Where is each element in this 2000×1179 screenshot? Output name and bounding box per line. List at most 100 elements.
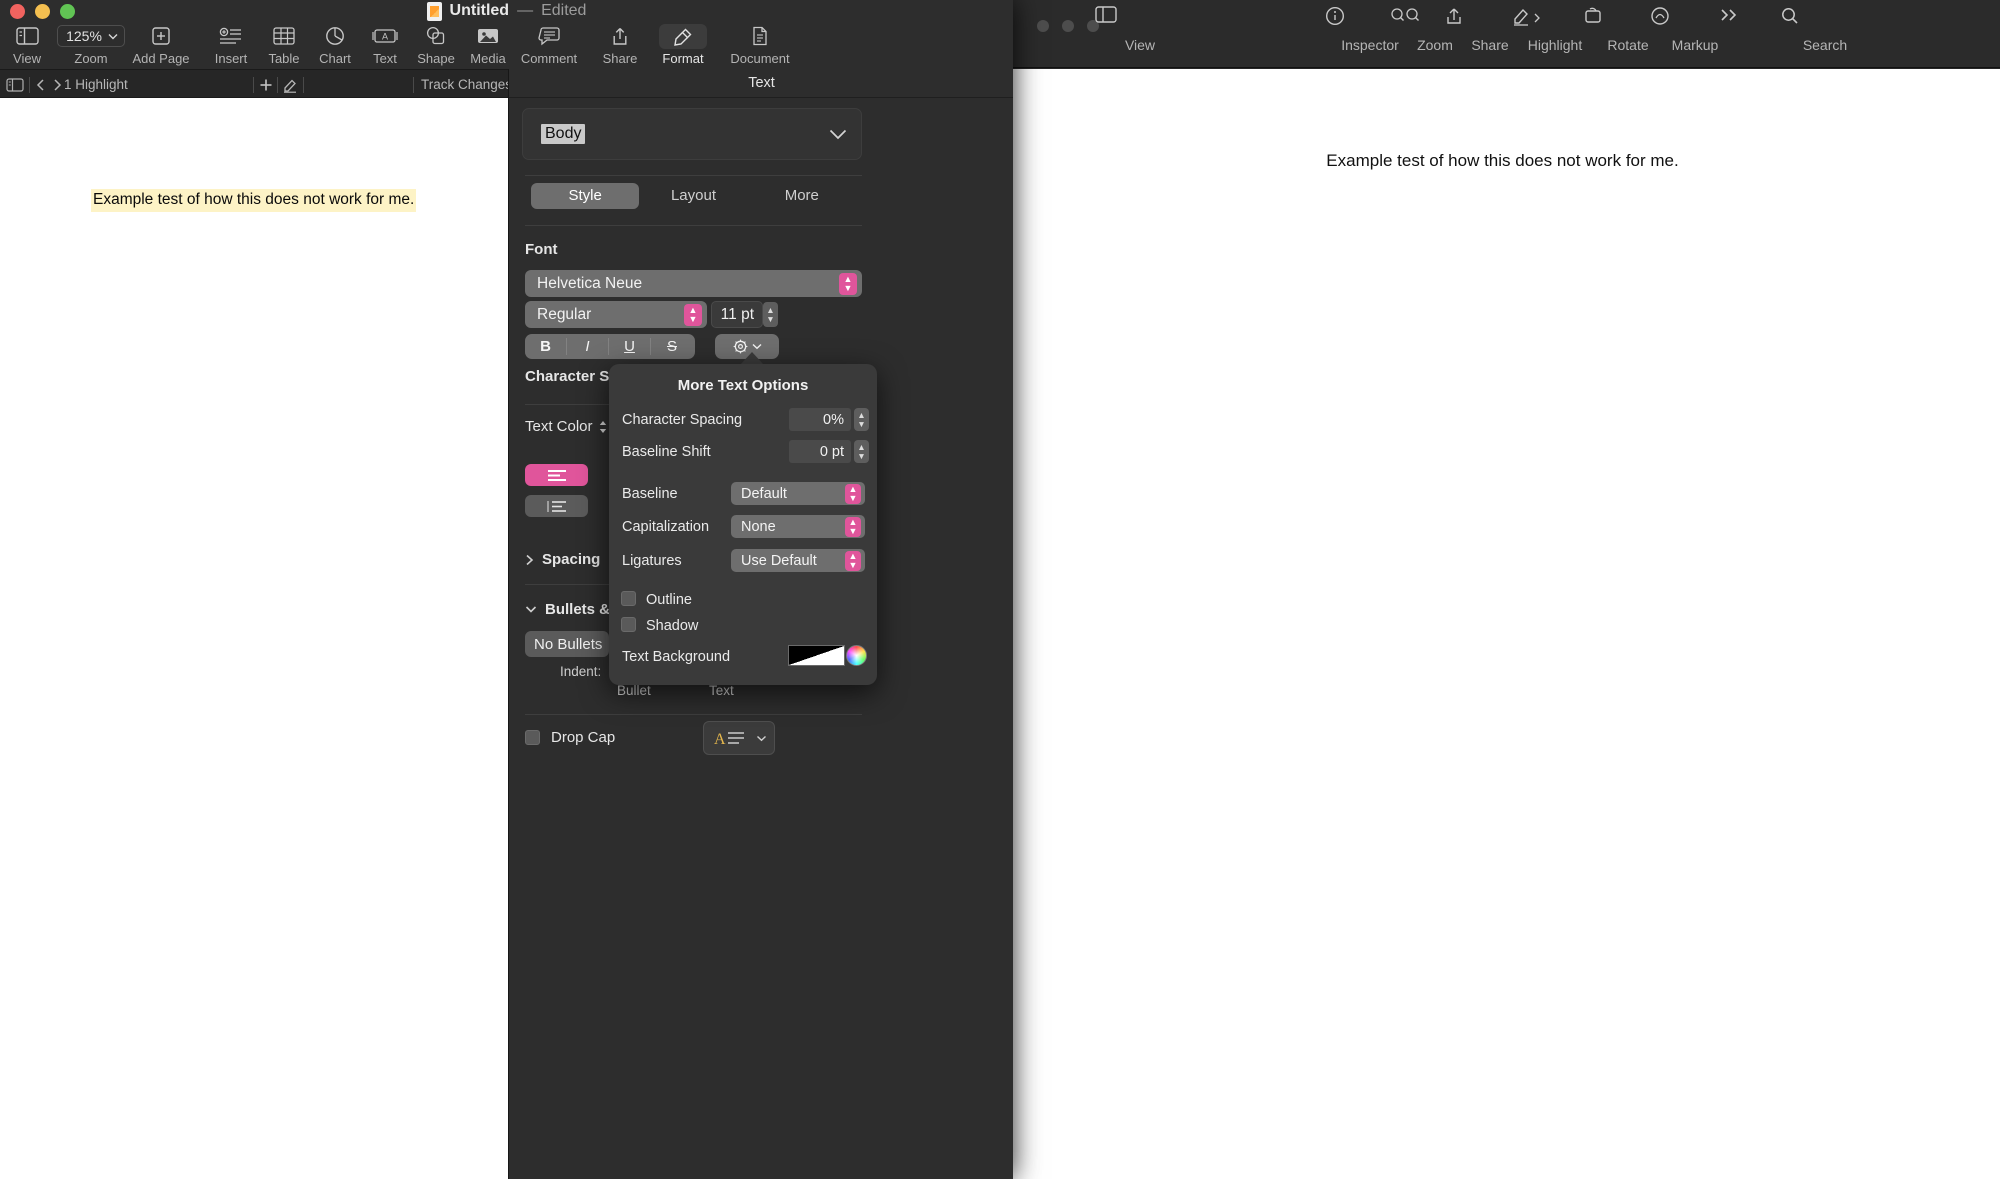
toolbar-comment-button[interactable]: Comment [508,22,590,66]
ligatures-stepper[interactable]: ▲ ▼ [845,550,861,571]
background-window-preview[interactable]: Broken highlighting.... 1 page View Insp… [1005,0,2000,1179]
font-weight-popup[interactable]: Regular ▲ ▼ [525,301,707,328]
text-color-popup[interactable]: Text Color [525,418,608,435]
popover-row-baseline-shift[interactable]: Baseline Shift 0 pt ▲ ▼ [609,440,877,464]
shadow-checkbox[interactable] [621,617,636,632]
text-color-label: Text Color [525,418,593,435]
font-weight-stepper[interactable]: ▲ ▼ [684,303,702,326]
bullets-style-popup[interactable]: No Bullets [525,631,609,657]
tab-layout[interactable]: Layout [639,183,747,209]
document-canvas[interactable]: Example test of how this does not work f… [0,98,508,1179]
drop-cap-checkbox[interactable] [525,730,540,745]
toolbar-document-label: Document [730,51,790,66]
chevron-down-icon [108,33,118,40]
tab-more[interactable]: More [748,183,856,209]
popover-row-capitalization[interactable]: Capitalization None ▲ ▼ [609,515,877,539]
toolbar-chart-button[interactable]: Chart [306,22,364,66]
toolbar-text-button[interactable]: A Text [358,22,412,66]
ligatures-popup[interactable]: Use Default ▲ ▼ [731,549,865,572]
main-window-pages[interactable]: Untitled — Edited View 125% Zoom Add Pag… [0,0,1013,1179]
next-highlight-button[interactable] [49,70,65,99]
zoom-popup[interactable]: 125% [57,25,125,47]
text-background-label: Text Background [622,649,731,665]
edit-highlight-pen-button[interactable] [282,70,300,99]
align-left-button-active[interactable] [525,464,588,486]
font-family-value: Helvetica Neue [537,274,643,292]
zoom-percent-box[interactable]: 125% [54,22,128,50]
toolbar-view-button[interactable]: View [0,22,54,66]
toolbar-zoom-control[interactable]: 125% Zoom [54,22,128,66]
font-family-popup[interactable]: Helvetica Neue ▲ ▼ [525,270,862,297]
popover-row-outline[interactable]: Outline [609,588,877,612]
title-separator: — [517,2,534,19]
popover-row-baseline[interactable]: Baseline Default ▲ ▼ [609,482,877,506]
preview-minimize-button[interactable] [1062,20,1074,32]
text-background-swatch[interactable] [788,645,845,666]
previous-highlight-button[interactable] [33,70,49,99]
outline-checkbox[interactable] [621,591,636,606]
sidebar-tab-group[interactable]: Style Layout More [531,183,856,209]
color-wheel-icon[interactable] [846,645,867,666]
toolbar-shape-button[interactable]: Shape [406,22,466,66]
baseline-shift-stepper[interactable]: ▲ ▼ [854,440,869,463]
font-size-stepper[interactable]: ▲ ▼ [763,302,778,327]
popover-row-text-background[interactable]: Text Background [609,645,877,669]
sidebar-toggle-button[interactable] [6,70,24,99]
character-spacing-value: 0% [823,411,844,428]
paragraph-style-popup[interactable]: Body [522,108,862,160]
character-spacing-stepper[interactable]: ▲ ▼ [854,408,869,431]
tab-style[interactable]: Style [531,183,640,209]
capitalization-popup[interactable]: None ▲ ▼ [731,515,865,538]
font-size-field[interactable]: 11 pt [711,301,763,328]
toolbar-table-label: Table [268,51,300,66]
toolbar-share-button[interactable]: Share [592,22,648,66]
insert-icon [200,22,262,50]
drop-cap-style-button[interactable]: A [703,721,775,755]
drop-cap-row[interactable]: Drop Cap [525,729,615,746]
preview-close-button[interactable] [1037,20,1049,32]
toolbar-comment-label: Comment [520,51,578,66]
character-spacing-field[interactable]: 0% [789,408,851,431]
document-body-text[interactable]: Example test of how this does not work f… [91,189,417,212]
add-highlight-button[interactable] [258,70,274,99]
sidebar-header-title: Text [509,69,1013,98]
baseline-shift-label: Baseline Shift [622,444,711,460]
baseline-popup[interactable]: Default ▲ ▼ [731,482,865,505]
subbar-separator-2 [253,76,254,93]
capitalization-stepper[interactable]: ▲ ▼ [845,516,861,537]
preview-traffic-lights[interactable] [1037,20,1099,32]
preview-markup-label: Markup [1671,37,1719,53]
more-text-options-popover[interactable]: More Text Options Character Spacing 0% ▲… [609,364,877,685]
toolbar-document-button[interactable]: Document [720,22,800,66]
track-changes-label[interactable]: Track Changes [421,70,512,99]
underline-button[interactable]: U [609,338,651,355]
italic-button[interactable]: I [567,338,609,355]
preview-search-button[interactable]: Search [1780,6,1870,53]
toolbar-insert-button[interactable]: Insert [200,22,262,66]
spacing-disclosure[interactable]: Spacing [525,551,600,568]
toolbar-format-button[interactable]: Format [646,22,720,66]
chart-pie-icon [306,22,364,50]
chevron-down-icon[interactable] [827,123,849,145]
typeface-button-group[interactable]: B I U S [525,334,695,359]
toolbar-table-button[interactable]: Table [254,22,314,66]
preview-page-text: Example test of how this does not work f… [1326,151,1679,170]
preview-view-button[interactable]: View [1095,6,1185,53]
font-family-stepper[interactable]: ▲ ▼ [839,272,857,295]
paragraph-style-value: Body [541,124,586,144]
toolbar-view-label: View [13,51,41,66]
toolbar-add-page-button[interactable]: Add Page [128,22,194,66]
toolbar-chart-label: Chart [319,51,351,66]
shadow-label: Shadow [646,618,699,634]
svg-text:A: A [382,32,388,42]
baseline-shift-field[interactable]: 0 pt [789,440,851,463]
line-spacing-button[interactable] [525,495,588,517]
baseline-stepper[interactable]: ▲ ▼ [845,483,861,504]
popover-row-shadow[interactable]: Shadow [609,614,877,638]
document-title[interactable]: Untitled — Edited [0,0,1013,22]
subbar-separator-3 [277,76,278,93]
popover-row-character-spacing[interactable]: Character Spacing 0% ▲ ▼ [609,408,877,432]
bold-button[interactable]: B [525,338,567,355]
strikethrough-button[interactable]: S [651,338,693,355]
popover-row-ligatures[interactable]: Ligatures Use Default ▲ ▼ [609,549,877,573]
